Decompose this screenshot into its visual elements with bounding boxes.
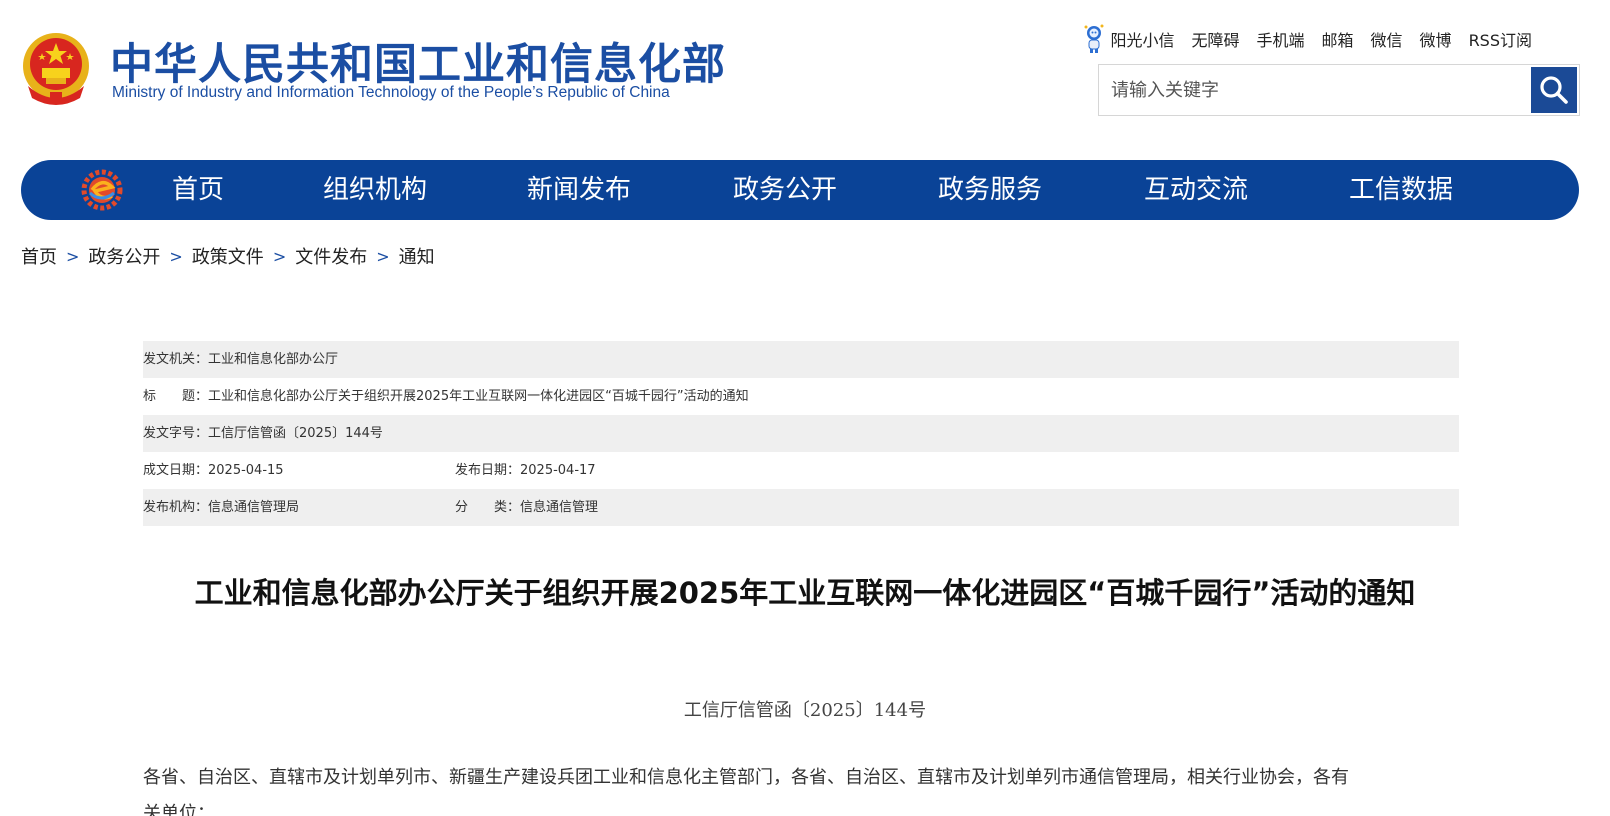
breadcrumb-separator: > [376,246,390,266]
meta-row-title: 标 题：工业和信息化部办公厅关于组织开展2025年工业互联网一体化进园区“百城千… [143,378,1459,415]
meta-row-agency: 发布机构：信息通信管理局 分 类：信息通信管理 [143,489,1459,526]
meta-title: 标 题：工业和信息化部办公厅关于组织开展2025年工业互联网一体化进园区“百城千… [143,378,749,415]
meta-category-label: 分 类： [455,500,521,515]
page: 中华人民共和国工业和信息化部 Ministry of Industry and … [0,0,1610,816]
breadcrumb-policy-documents[interactable]: 政策文件 [192,243,264,269]
national-emblem-icon[interactable] [20,30,92,106]
search-icon [1540,76,1568,104]
meta-category-value: 信息通信管理 [520,500,599,515]
breadcrumb-government-affairs[interactable]: 政务公开 [88,243,160,269]
search-input[interactable] [1099,65,1531,115]
article-doc-number: 工信厅信管函〔2025〕144号 [683,700,927,721]
article-title: 工业和信息化部办公厅关于组织开展2025年工业互联网一体化进园区“百城千园行”活… [194,576,1416,610]
meta-published: 发布日期：2025-04-17 [455,452,596,489]
meta-docno-label: 发文字号： [143,426,209,441]
breadcrumb-separator: > [272,246,287,266]
meta-row-docno: 发文字号：工信厅信管函〔2025〕144号 [143,415,1459,452]
nav-item-organization[interactable]: 组织机构 [323,160,427,220]
meta-docno: 发文字号：工信厅信管函〔2025〕144号 [143,415,383,452]
meta-title-label: 标 题： [143,389,209,404]
gear-e-logo-icon[interactable] [81,169,123,211]
nav-item-news[interactable]: 新闻发布 [527,160,631,220]
nav-item-data[interactable]: 工信数据 [1349,160,1453,220]
meta-agency-value: 信息通信管理局 [208,500,300,515]
breadcrumb-separator: > [169,246,183,266]
nav-item-government-affairs[interactable]: 政务公开 [733,160,837,220]
top-link-weibo[interactable]: 微博 [1420,27,1452,51]
search-box [1098,64,1580,116]
article-addressees-line: 各省、自治区、直辖市及计划单列市、新疆生产建设兵团工业和信息化主管部门，各省、自… [143,767,1349,788]
meta-title-value: 工业和信息化部办公厅关于组织开展2025年工业互联网一体化进园区“百城千园行”活… [208,389,749,404]
meta-issuer-label: 发文机关： [143,352,209,367]
top-link-rss[interactable]: RSS订阅 [1469,27,1532,51]
top-links: 阳光小信 无障碍 手机端 邮箱 微信 微博 RSS订阅 [1083,24,1532,54]
meta-agency: 发布机构：信息通信管理局 [143,489,299,526]
meta-row-dates: 成文日期：2025-04-15 发布日期：2025-04-17 [143,452,1459,489]
meta-docno-value: 工信厅信管函〔2025〕144号 [208,426,383,441]
breadcrumb-home[interactable]: 首页 [21,243,57,269]
meta-category: 分 类：信息通信管理 [455,489,598,526]
document-meta-table: 发文机关：工业和信息化部办公厅 标 题：工业和信息化部办公厅关于组织开展2025… [143,341,1459,526]
article-body: 各省、自治区、直辖市及计划单列市、新疆生产建设兵团工业和信息化主管部门，各省、自… [143,760,1459,816]
top-link-mobile[interactable]: 手机端 [1257,27,1305,51]
article-addressees-line: 关单位： [143,803,215,816]
meta-created-value: 2025-04-15 [208,463,284,478]
breadcrumb-separator: > [66,246,80,266]
site-subtitle: Ministry of Industry and Information Tec… [112,84,670,101]
meta-published-label: 发布日期： [455,463,521,478]
site-header: 中华人民共和国工业和信息化部 Ministry of Industry and … [0,0,1610,150]
top-link-accessibility[interactable]: 无障碍 [1191,27,1239,51]
breadcrumb: 首页 > 政务公开 > 政策文件 > 文件发布 > 通知 [21,243,435,269]
search-button[interactable] [1531,67,1577,113]
nav-item-home[interactable]: 首页 [172,160,224,220]
top-link-sunshine[interactable]: 阳光小信 [1110,27,1174,51]
site-title: 中华人民共和国工业和信息化部 [110,40,726,90]
nav-item-government-services[interactable]: 政务服务 [938,160,1042,220]
meta-published-value: 2025-04-17 [520,463,596,478]
top-link-wechat[interactable]: 微信 [1371,27,1403,51]
meta-agency-label: 发布机构： [143,500,209,515]
meta-created: 成文日期：2025-04-15 [143,452,284,489]
main-nav: 首页 组织机构 新闻发布 政务公开 政务服务 互动交流 工信数据 [21,160,1579,220]
meta-row-issuer: 发文机关：工业和信息化部办公厅 [143,341,1459,378]
top-link-mail[interactable]: 邮箱 [1322,27,1354,51]
nav-item-interaction[interactable]: 互动交流 [1144,160,1248,220]
breadcrumb-notice[interactable]: 通知 [399,243,435,269]
meta-issuer: 发文机关：工业和信息化部办公厅 [143,341,338,378]
robot-mascot-icon[interactable] [1083,24,1105,54]
meta-created-label: 成文日期： [143,463,209,478]
breadcrumb-document-release[interactable]: 文件发布 [295,243,367,269]
meta-issuer-value: 工业和信息化部办公厅 [208,352,339,367]
